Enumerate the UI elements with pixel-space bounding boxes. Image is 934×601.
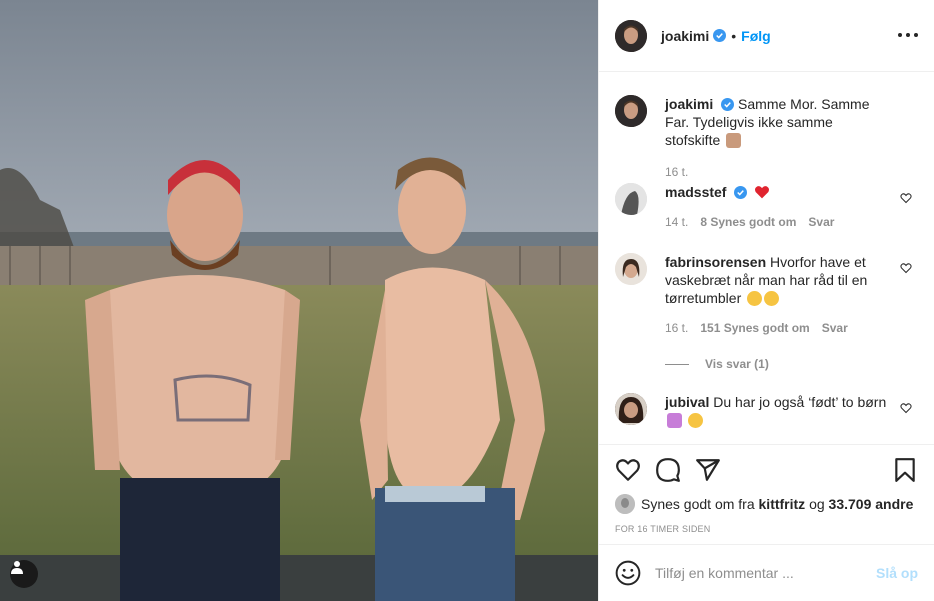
caption: joakimi Samme Mor. Samme Far. Tydeligvis… <box>615 95 918 179</box>
red-heart-emoji-icon <box>755 186 770 199</box>
follow-button[interactable]: Følg <box>741 28 771 44</box>
comment-likes[interactable]: 151 Synes godt om <box>700 321 809 335</box>
comments-list[interactable]: joakimi Samme Mor. Samme Far. Tydeligvis… <box>599 73 934 444</box>
view-replies-label: Vis svar (1) <box>705 357 769 371</box>
heart-icon[interactable] <box>615 457 641 483</box>
comment-avatar-image <box>615 183 647 215</box>
liker-avatar-image <box>615 494 635 514</box>
photo-illustration <box>0 0 598 601</box>
grinning-emoji-icon <box>687 413 703 428</box>
comment-avatar[interactable] <box>615 253 647 285</box>
post-photo[interactable] <box>0 0 598 601</box>
author-avatar[interactable] <box>615 19 647 52</box>
likes-summary: Synes godt om fra kittfritz og 33.709 an… <box>615 494 913 514</box>
comment-avatar-image <box>615 393 647 425</box>
laughing-emoji-icon <box>747 291 763 306</box>
like-comment-heart-icon[interactable] <box>900 262 912 274</box>
comment-input[interactable] <box>655 565 865 581</box>
author-avatar-image <box>615 19 647 52</box>
comment-body: madsstef <box>665 183 887 201</box>
action-icons-row <box>615 457 918 483</box>
separator-dot: • <box>731 27 737 44</box>
comment-avatar[interactable] <box>615 183 647 215</box>
verified-badge-icon <box>713 29 727 42</box>
post-timestamp[interactable]: FOR 16 TIMER SIDEN <box>615 524 710 534</box>
comment-likes[interactable]: 8 Synes godt om <box>700 215 796 229</box>
comment-time[interactable]: 16 t. <box>665 321 688 335</box>
caption-avatar-image <box>615 95 647 127</box>
user-tag-icon <box>11 561 23 574</box>
caption-avatar[interactable] <box>615 95 647 127</box>
comment-username[interactable]: madsstef <box>665 184 726 200</box>
comment-body: fabrinsorensen Hvorfor have et vaskebræt… <box>665 253 887 307</box>
verified-badge-icon <box>721 98 735 111</box>
like-comment-heart-icon[interactable] <box>900 402 912 414</box>
likes-prefix: Synes godt om fra <box>641 496 755 512</box>
comment-meta: 16 t. 151 Synes godt om Svar <box>665 321 918 335</box>
author-username[interactable]: joakimi <box>661 28 709 44</box>
thumbs-up-emoji-icon <box>726 133 742 148</box>
caption-meta: 16 t. <box>665 165 918 179</box>
liker-avatar[interactable] <box>615 494 635 514</box>
share-icon[interactable] <box>695 457 721 483</box>
person-shrugging-emoji-icon <box>667 413 682 428</box>
replies-divider-line <box>665 363 689 365</box>
view-replies-button[interactable]: Vis svar (1) <box>665 357 918 371</box>
comment-item: fabrinsorensen Hvorfor have et vaskebræt… <box>615 253 918 371</box>
comment-username[interactable]: fabrinsorensen <box>665 254 766 270</box>
user-tag-button[interactable] <box>10 560 38 588</box>
comment-avatar[interactable] <box>615 393 647 425</box>
comment-icon[interactable] <box>655 457 681 483</box>
comment-body: jubival Du har jo også ‘født’ to børn <box>665 393 887 429</box>
like-comment-heart-icon[interactable] <box>900 192 912 204</box>
comment-meta: 14 t. 8 Synes godt om Svar <box>665 215 918 229</box>
add-comment-bar: Slå op <box>599 544 934 601</box>
more-options-icon[interactable] <box>898 27 918 43</box>
post-side-panel: joakimi • Følg joakimi Samme Mor. Samme … <box>598 0 934 601</box>
comment-time[interactable]: 14 t. <box>665 215 688 229</box>
laughing-emoji-icon <box>764 291 780 306</box>
comment-username[interactable]: jubival <box>665 394 709 410</box>
caption-username[interactable]: joakimi <box>665 96 713 112</box>
comment-item: madsstef 14 t. 8 Synes godt om Svar <box>615 183 918 229</box>
post-actions: Synes godt om fra kittfritz og 33.709 an… <box>599 444 934 544</box>
likes-middle: og <box>809 496 825 512</box>
reply-button[interactable]: Svar <box>808 215 834 229</box>
likes-count[interactable]: 33.709 andre <box>829 496 914 512</box>
verified-badge-icon <box>734 186 748 199</box>
reply-button[interactable]: Svar <box>822 321 848 335</box>
smiley-icon[interactable] <box>615 560 641 586</box>
post-header: joakimi • Følg <box>599 0 934 72</box>
comment-text: Du har jo også ‘født’ to børn <box>713 394 887 410</box>
liker-username[interactable]: kittfritz <box>759 496 806 512</box>
comment-item: jubival Du har jo også ‘født’ to børn <box>615 393 918 429</box>
caption-body: joakimi Samme Mor. Samme Far. Tydeligvis… <box>665 95 887 149</box>
caption-time[interactable]: 16 t. <box>665 165 688 179</box>
bookmark-icon[interactable] <box>892 457 918 483</box>
comment-avatar-image <box>615 253 647 285</box>
post-comment-button[interactable]: Slå op <box>876 565 918 581</box>
